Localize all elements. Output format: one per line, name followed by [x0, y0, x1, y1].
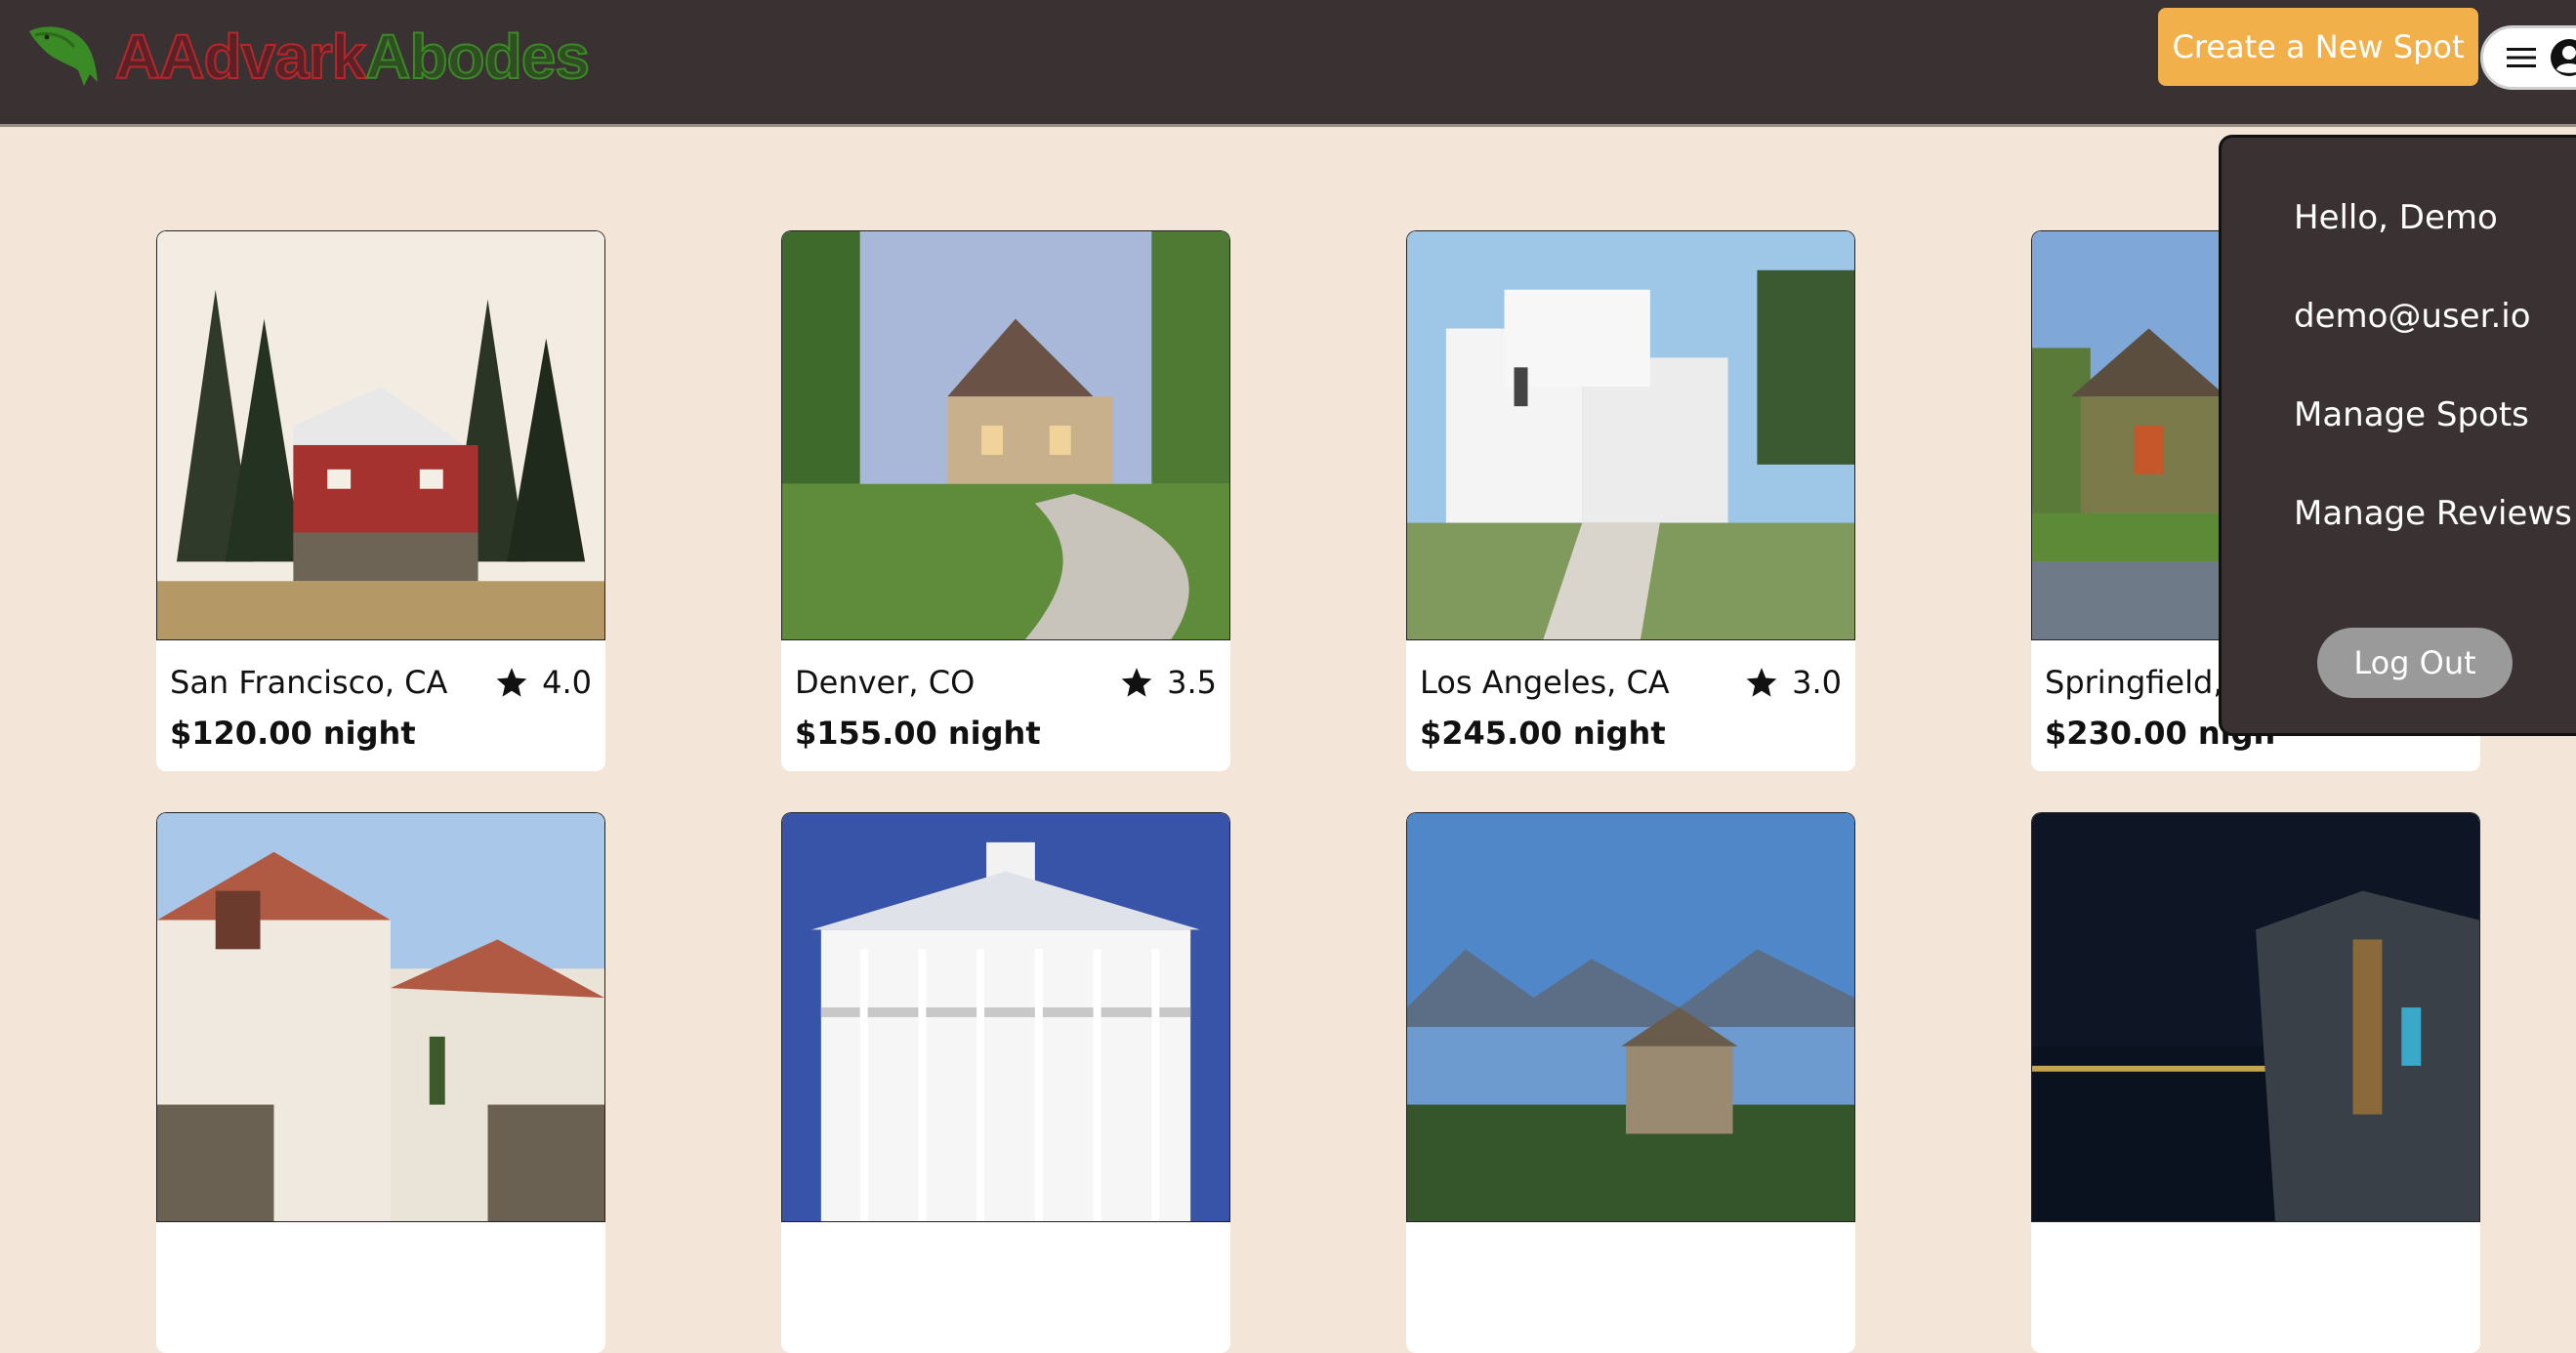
spot-info: San Francisco, CA 4.0 $120.00 night — [170, 664, 592, 752]
star-icon — [496, 668, 527, 697]
spot-price-unit: night — [1572, 715, 1666, 752]
user-email: demo@user.io — [2294, 297, 2531, 336]
user-circle-icon — [2551, 39, 2576, 76]
spot-price: $120.00 night — [170, 715, 592, 752]
spot-card[interactable]: Denver, CO 3.5 $155.00 night — [781, 230, 1230, 771]
aardvark-logo-icon — [29, 26, 98, 86]
spot-price: $155.00 night — [795, 715, 1217, 752]
manage-spots-link[interactable]: Manage Spots — [2294, 395, 2529, 434]
spot-photo — [156, 812, 605, 1222]
spot-photo — [1406, 230, 1855, 640]
star-icon — [1121, 668, 1152, 697]
spot-rating: 3.5 — [1120, 664, 1217, 701]
spot-location: Los Angeles, CA — [1420, 664, 1670, 701]
spot-price-amount: $245.00 — [1420, 715, 1562, 752]
spot-price-amount: $155.00 — [795, 715, 937, 752]
spot-price-unit: night — [947, 715, 1041, 752]
spot-card[interactable]: San Francisco, CA 4.0 $120.00 night — [156, 230, 605, 771]
spot-price-unit: night — [322, 715, 416, 752]
spot-rating-value: 3.0 — [1792, 664, 1842, 701]
star-icon — [1746, 668, 1777, 697]
create-new-spot-button[interactable]: Create a New Spot — [2158, 8, 2478, 86]
spot-rating: 3.0 — [1745, 664, 1842, 701]
hamburger-menu-icon — [2507, 48, 2536, 67]
spot-photo — [2031, 812, 2480, 1222]
site-name-part2: Abodes — [364, 21, 591, 92]
user-dropdown-menu: Hello, Demo demo@user.io Manage Spots Ma… — [2219, 135, 2576, 736]
spot-rating-value: 4.0 — [542, 664, 592, 701]
user-greeting: Hello, Demo — [2294, 198, 2498, 237]
spot-photo — [1406, 812, 1855, 1222]
site-name: AAdvarkAbodes — [114, 24, 591, 89]
spot-card[interactable] — [781, 812, 1230, 1353]
home-logo-link[interactable]: AAdvarkAbodes — [25, 21, 591, 92]
spot-card[interactable] — [1406, 812, 1855, 1353]
spot-photo — [156, 230, 605, 640]
spot-price-amount: $230.00 — [2045, 715, 2187, 752]
spot-location: Denver, CO — [795, 664, 976, 701]
spot-price: $245.00 night — [1420, 715, 1842, 752]
spot-card[interactable] — [156, 812, 605, 1353]
log-out-button[interactable]: Log Out — [2317, 628, 2513, 698]
spot-rating: 4.0 — [495, 664, 592, 701]
top-nav-bar: AAdvarkAbodes Create a New Spot — [0, 0, 2576, 127]
spot-card[interactable]: Los Angeles, CA 3.0 $245.00 night — [1406, 230, 1855, 771]
spot-location: San Francisco, CA — [170, 664, 448, 701]
spot-info: Los Angeles, CA 3.0 $245.00 night — [1420, 664, 1842, 752]
spot-photo — [781, 230, 1230, 640]
manage-reviews-link[interactable]: Manage Reviews — [2294, 494, 2572, 533]
site-name-part1: AAdvark — [114, 21, 367, 92]
spot-photo — [781, 812, 1230, 1222]
spot-rating-value: 3.5 — [1167, 664, 1217, 701]
spot-info: Denver, CO 3.5 $155.00 night — [795, 664, 1217, 752]
spot-card[interactable] — [2031, 812, 2480, 1353]
profile-menu-button[interactable] — [2480, 25, 2576, 90]
spot-price-amount: $120.00 — [170, 715, 312, 752]
